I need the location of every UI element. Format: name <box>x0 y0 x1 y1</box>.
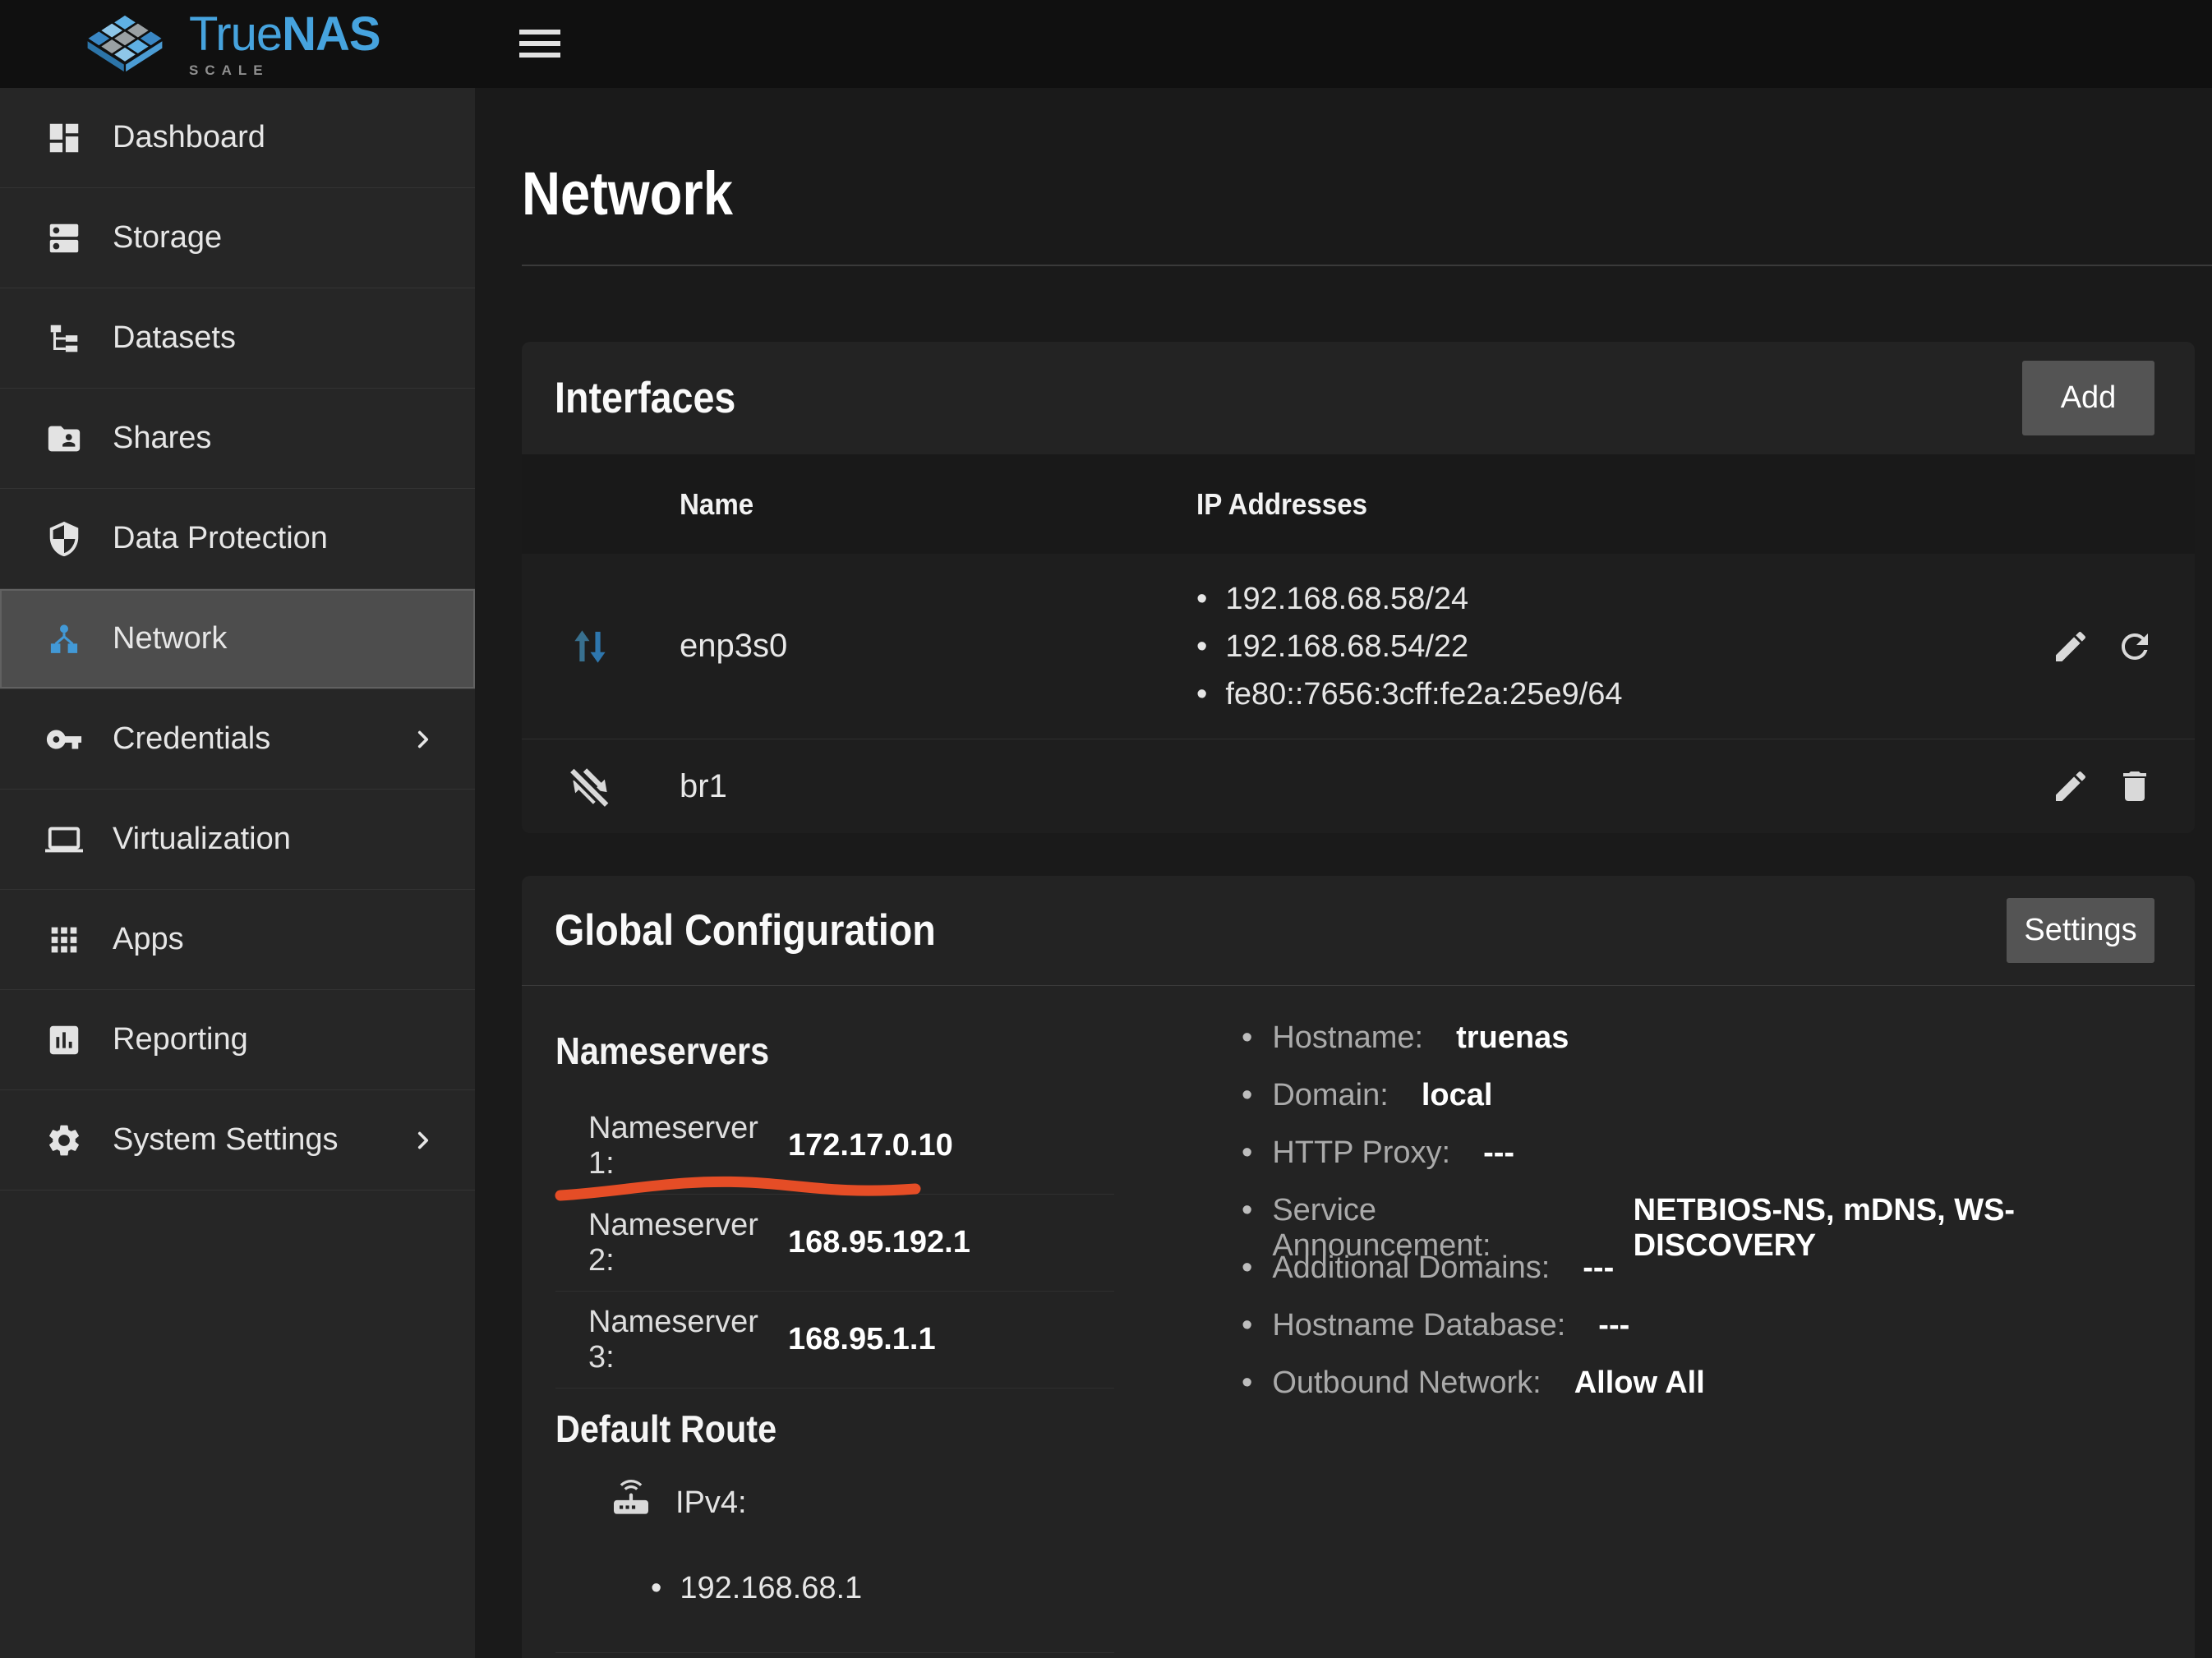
nameserver-label: Nameserver 1: <box>588 1111 788 1181</box>
edit-interface-button[interactable] <box>2051 767 2090 806</box>
credentials-icon <box>45 721 83 758</box>
reporting-icon <box>45 1021 83 1059</box>
ip-address: 192.168.68.58/24 <box>1196 575 1973 623</box>
sidebar-item-label: Storage <box>113 220 222 256</box>
chevron-right-icon <box>409 1126 437 1154</box>
pencil-icon <box>2051 767 2090 806</box>
table-row-br1[interactable]: br1 <box>522 739 2195 833</box>
chevron-right-icon <box>409 725 437 753</box>
table-row-enp3s0[interactable]: enp3s0 192.168.68.58/24 192.168.68.54/22… <box>522 554 2195 739</box>
interface-name: br1 <box>680 768 1196 805</box>
delete-interface-button[interactable] <box>2115 767 2154 806</box>
interface-name: enp3s0 <box>680 628 1196 665</box>
column-header-name: Name <box>680 487 1155 522</box>
nameserver-label: Nameserver 2: <box>588 1208 788 1278</box>
sidebar-item-reporting[interactable]: Reporting <box>0 990 475 1090</box>
interfaces-card: Interfaces Add Name IP Addresses <box>522 342 2195 833</box>
nameservers-heading: Nameservers <box>555 1029 1058 1073</box>
sidebar-item-credentials[interactable]: Credentials <box>0 689 475 790</box>
sidebar-item-label: Dashboard <box>113 120 265 155</box>
storage-icon <box>45 219 83 257</box>
sidebar-item-label: Apps <box>113 922 184 957</box>
detail-domain: Domain: local <box>1242 1078 2195 1135</box>
nameserver-value: 168.95.1.1 <box>788 1322 936 1357</box>
ipv4-label: IPv4: <box>675 1485 747 1521</box>
interfaces-table-header: Name IP Addresses <box>522 454 2195 554</box>
datasets-icon <box>45 320 83 357</box>
detail-http-proxy: HTTP Proxy: --- <box>1242 1135 2195 1193</box>
sidebar-item-shares[interactable]: Shares <box>0 389 475 489</box>
sidebar-item-storage[interactable]: Storage <box>0 188 475 288</box>
sidebar-item-label: Credentials <box>113 721 270 757</box>
ip-address: fe80::7656:3cff:fe2a:25e9/64 <box>1196 670 1973 718</box>
title-divider <box>522 265 2212 266</box>
interfaces-card-title: Interfaces <box>555 373 735 423</box>
shares-icon <box>45 420 83 458</box>
sidebar-item-label: Datasets <box>113 320 236 356</box>
nameserver-label: Nameserver 3: <box>588 1305 788 1375</box>
edit-interface-button[interactable] <box>2051 627 2090 666</box>
page-title: Network <box>522 159 2009 228</box>
network-icon <box>45 620 83 658</box>
ip-address: 192.168.68.54/22 <box>1196 623 1973 670</box>
default-route-address: 192.168.68.1 <box>651 1571 1114 1606</box>
sidebar-item-system-settings[interactable]: System Settings <box>0 1090 475 1191</box>
reset-interface-button[interactable] <box>2115 627 2154 666</box>
apps-icon <box>45 921 83 959</box>
interface-updown-icon <box>565 621 615 672</box>
data-protection-icon <box>45 520 83 558</box>
brand-name-suffix: NAS <box>282 7 380 61</box>
sidebar-item-data-protection[interactable]: Data Protection <box>0 489 475 589</box>
column-header-ip-addresses: IP Addresses <box>1196 487 1910 522</box>
top-bar: TrueNAS SCALE <box>0 0 2212 88</box>
sidebar-item-network[interactable]: Network <box>0 589 475 689</box>
sidebar-item-datasets[interactable]: Datasets <box>0 288 475 389</box>
sidebar-item-label: Shares <box>113 421 211 456</box>
truenas-brand: TrueNAS SCALE <box>79 9 380 79</box>
section-divider <box>555 1652 1114 1653</box>
sidebar-item-dashboard[interactable]: Dashboard <box>0 88 475 188</box>
pencil-icon <box>2051 627 2090 666</box>
nameserver-1-row: Nameserver 1: 172.17.0.10 <box>555 1098 1114 1195</box>
global-config-details: Hostname: truenas Domain: local HTTP Pro… <box>1242 1020 2195 1423</box>
add-interface-button[interactable]: Add <box>2022 361 2154 435</box>
sidebar: Dashboard Storage Datasets Shares Data P… <box>0 88 475 1658</box>
nameserver-3-row: Nameserver 3: 168.95.1.1 <box>555 1292 1114 1389</box>
settings-button[interactable]: Settings <box>2007 898 2154 963</box>
refresh-icon <box>2115 627 2154 666</box>
sidebar-item-label: System Settings <box>113 1122 339 1158</box>
detail-hostname-database: Hostname Database: --- <box>1242 1308 2195 1366</box>
global-configuration-card: Global Configuration Settings Nameserver… <box>522 876 2195 1658</box>
dashboard-icon <box>45 119 83 157</box>
system-settings-icon <box>45 1121 83 1159</box>
main-content: Network Interfaces Add Name IP Addresses <box>475 88 2212 1658</box>
global-configuration-title: Global Configuration <box>555 905 936 956</box>
brand-name: TrueNAS <box>189 11 380 58</box>
ip-address-list: 192.168.68.58/24 192.168.68.54/22 fe80::… <box>1196 575 1973 718</box>
nameserver-value: 168.95.192.1 <box>788 1225 970 1260</box>
sidebar-item-apps[interactable]: Apps <box>0 890 475 990</box>
router-icon <box>608 1476 654 1530</box>
detail-hostname: Hostname: truenas <box>1242 1020 2195 1078</box>
nameserver-value: 172.17.0.10 <box>788 1128 953 1163</box>
default-route-heading: Default Route <box>555 1407 1058 1451</box>
interface-disabled-icon <box>565 761 615 812</box>
nameserver-2-row: Nameserver 2: 168.95.192.1 <box>555 1195 1114 1292</box>
detail-service-announcement: Service Announcement: NETBIOS-NS, mDNS, … <box>1242 1193 2195 1250</box>
sidebar-item-label: Network <box>113 621 227 656</box>
virtualization-icon <box>45 821 83 859</box>
trash-icon <box>2115 767 2154 806</box>
sidebar-item-label: Reporting <box>113 1022 248 1057</box>
truenas-logo-icon <box>79 9 171 79</box>
sidebar-item-label: Data Protection <box>113 521 328 556</box>
detail-outbound-network: Outbound Network: Allow All <box>1242 1366 2195 1423</box>
sidebar-item-virtualization[interactable]: Virtualization <box>0 790 475 890</box>
brand-subtitle: SCALE <box>189 63 380 77</box>
sidebar-item-label: Virtualization <box>113 822 291 857</box>
interfaces-table: Name IP Addresses enp3s0 192.168.68.58/2… <box>522 454 2195 833</box>
menu-hamburger-icon[interactable] <box>519 30 560 58</box>
